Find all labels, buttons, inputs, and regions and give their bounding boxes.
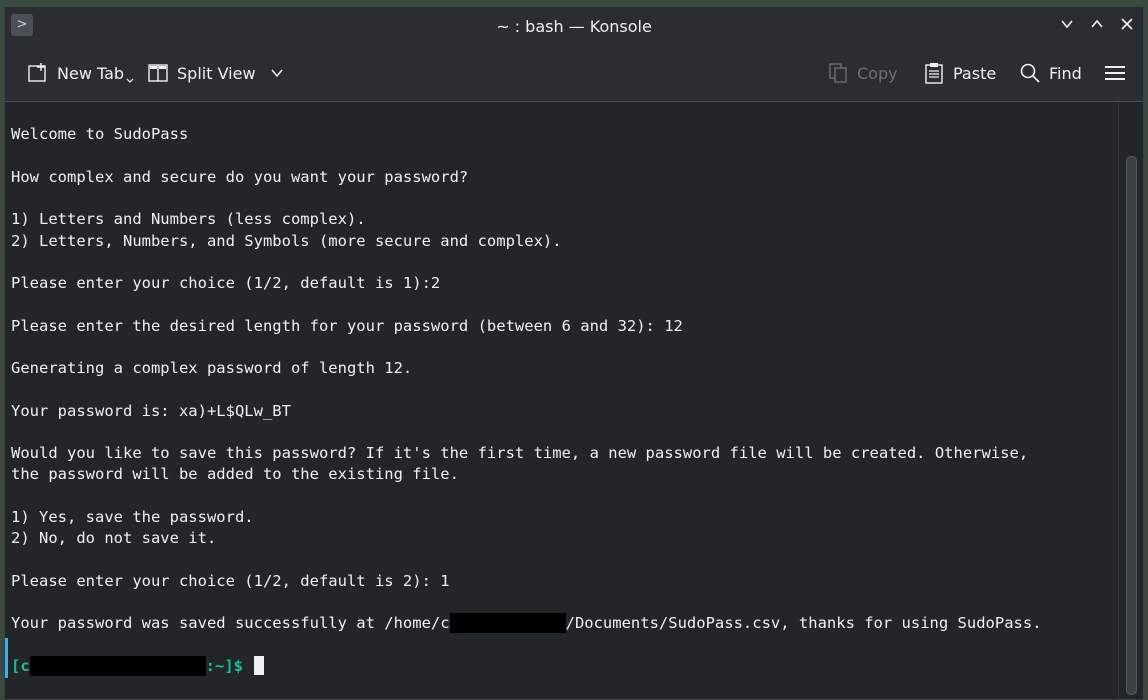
- close-icon: [1121, 18, 1133, 30]
- maximize-icon: [1091, 19, 1103, 28]
- copy-label: Copy: [857, 63, 898, 83]
- find-button[interactable]: Find: [1019, 59, 1082, 87]
- new-tab-label: New Tab: [57, 63, 125, 83]
- terminal-line: Please enter your choice (1/2, default i…: [11, 274, 441, 292]
- toolbar: New Tab Split View Copy Paste Find: [5, 45, 1143, 102]
- terminal-line-saved: Your password was saved successfully at …: [11, 613, 1042, 633]
- new-tab-icon: [28, 63, 46, 82]
- find-label: Find: [1049, 63, 1082, 83]
- konsole-window: > ~ : bash — Konsole New Tab Split View …: [4, 6, 1144, 700]
- redacted-username: [449, 613, 566, 633]
- hamburger-menu-button[interactable]: [1104, 59, 1126, 87]
- window-title: ~ : bash — Konsole: [496, 17, 652, 36]
- terminal-line: Would you like to save this password? If…: [11, 444, 1029, 462]
- maximize-button[interactable]: [1087, 16, 1107, 36]
- scrollbar[interactable]: [1118, 102, 1143, 699]
- terminal-line: Please enter your choice (1/2, default i…: [11, 572, 450, 590]
- prompt-marker: [5, 638, 8, 678]
- terminal-line: How complex and secure do you want your …: [11, 168, 469, 186]
- text-cursor: [254, 656, 265, 675]
- paste-icon: [925, 63, 943, 84]
- chevron-down-icon: [126, 78, 134, 83]
- hamburger-menu-icon: [1105, 66, 1125, 80]
- split-view-label: Split View: [177, 63, 256, 83]
- split-view-button[interactable]: Split View: [147, 59, 284, 87]
- shell-prompt[interactable]: [c :~]$: [11, 656, 265, 676]
- terminal-line: 2) Letters, Numbers, and Symbols (more s…: [11, 232, 562, 250]
- close-button[interactable]: [1117, 16, 1137, 36]
- prompt-suffix: :~]$: [205, 657, 243, 675]
- terminal-line: Welcome to SudoPass: [11, 125, 189, 143]
- chevron-down-icon: [270, 69, 283, 78]
- minimize-icon: [1061, 20, 1073, 29]
- terminal-line: Your password is: xa)+L$QLw_BT: [11, 402, 291, 420]
- search-icon: [1020, 63, 1040, 83]
- new-tab-button[interactable]: New Tab: [27, 59, 134, 87]
- terminal-line: Please enter the desired length for your…: [11, 317, 683, 335]
- title-bar[interactable]: > ~ : bash — Konsole: [5, 7, 1143, 45]
- redacted-hostname: [29, 656, 206, 676]
- copy-button[interactable]: Copy: [827, 59, 898, 87]
- saved-line-prefix: Your password was saved successfully at …: [11, 614, 450, 632]
- terminal-output[interactable]: Welcome to SudoPass How complex and secu…: [5, 102, 1119, 699]
- saved-line-suffix: /Documents/SudoPass.csv, thanks for usin…: [565, 614, 1042, 632]
- terminal-line: the password will be added to the existi…: [11, 465, 459, 483]
- terminal-line: 1) Yes, save the password.: [11, 508, 254, 526]
- terminal-line: 2) No, do not save it.: [11, 529, 217, 547]
- terminal-line: Generating a complex password of length …: [11, 359, 413, 377]
- copy-icon: [829, 63, 847, 83]
- paste-label: Paste: [953, 63, 997, 83]
- paste-button[interactable]: Paste: [923, 59, 996, 87]
- terminal-line: 1) Letters and Numbers (less complex).: [11, 210, 366, 228]
- scrollbar-thumb[interactable]: [1126, 156, 1137, 695]
- prompt-prefix: [c: [11, 657, 30, 675]
- split-view-icon: [148, 64, 168, 82]
- minimize-button[interactable]: [1057, 16, 1077, 36]
